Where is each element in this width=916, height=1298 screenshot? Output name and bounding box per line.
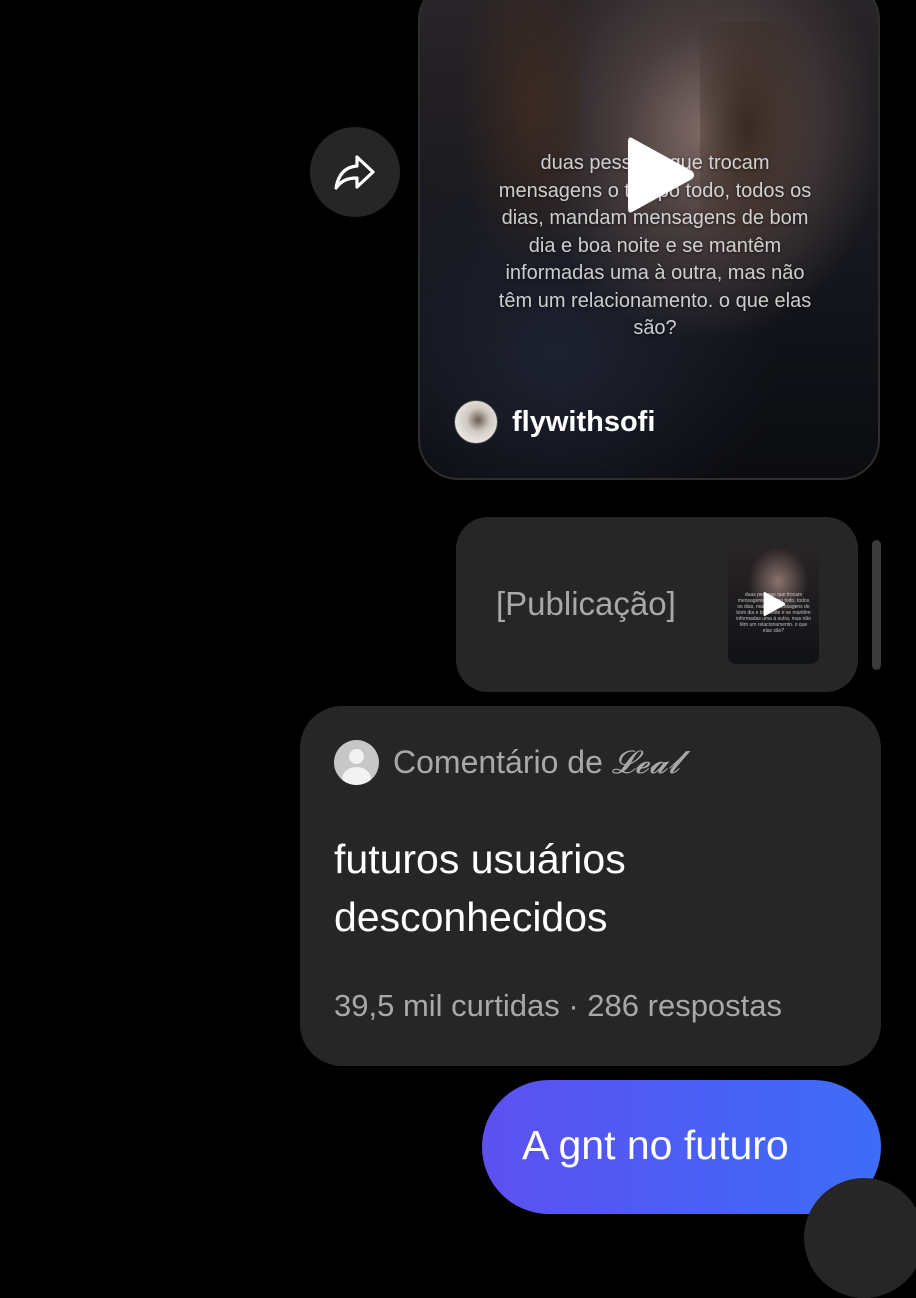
sent-message-bubble[interactable]: A gnt no futuro xyxy=(482,1080,881,1214)
comment-likes: 39,5 mil curtidas xyxy=(334,988,560,1023)
post-author[interactable]: flywithsofi xyxy=(454,400,655,444)
comment-replies: 286 respostas xyxy=(587,988,783,1023)
comment-header: Comentário de 𝓛𝓮𝓪𝓵 xyxy=(334,740,680,785)
share-forward-icon xyxy=(334,155,375,190)
publication-label: [Publicação] xyxy=(496,585,676,622)
author-name: flywithsofi xyxy=(512,405,656,438)
author-avatar xyxy=(454,400,498,444)
shared-comment-message[interactable]: Comentário de 𝓛𝓮𝓪𝓵 futuros usuários desc… xyxy=(300,706,881,1066)
play-icon xyxy=(763,591,786,617)
scrollbar[interactable] xyxy=(872,540,881,670)
comment-text: futuros usuários desconhecidos xyxy=(334,836,626,940)
sent-message-text: A gnt no futuro xyxy=(522,1122,789,1168)
comment-header-label: Comentário de 𝓛𝓮𝓪𝓵 xyxy=(393,743,680,782)
comment-stats: 39,5 mil curtidas · 286 respostas xyxy=(334,988,782,1024)
comment-header-prefix: Comentário de xyxy=(393,744,603,780)
play-icon[interactable] xyxy=(620,130,700,220)
comment-stats-separator: · xyxy=(568,988,579,1023)
shared-video-post[interactable]: duas pessoas que trocam mensagens o temp… xyxy=(418,0,880,480)
reaction-button[interactable] xyxy=(804,1178,916,1298)
publication-message[interactable]: [Publicação] duas pessoas que trocam men… xyxy=(456,517,858,692)
commenter-avatar xyxy=(334,740,379,785)
publication-thumbnail[interactable]: duas pessoas que trocam mensagens o temp… xyxy=(728,546,819,664)
share-button[interactable] xyxy=(310,127,400,217)
commenter-handle: 𝓛𝓮𝓪𝓵 xyxy=(611,743,681,781)
